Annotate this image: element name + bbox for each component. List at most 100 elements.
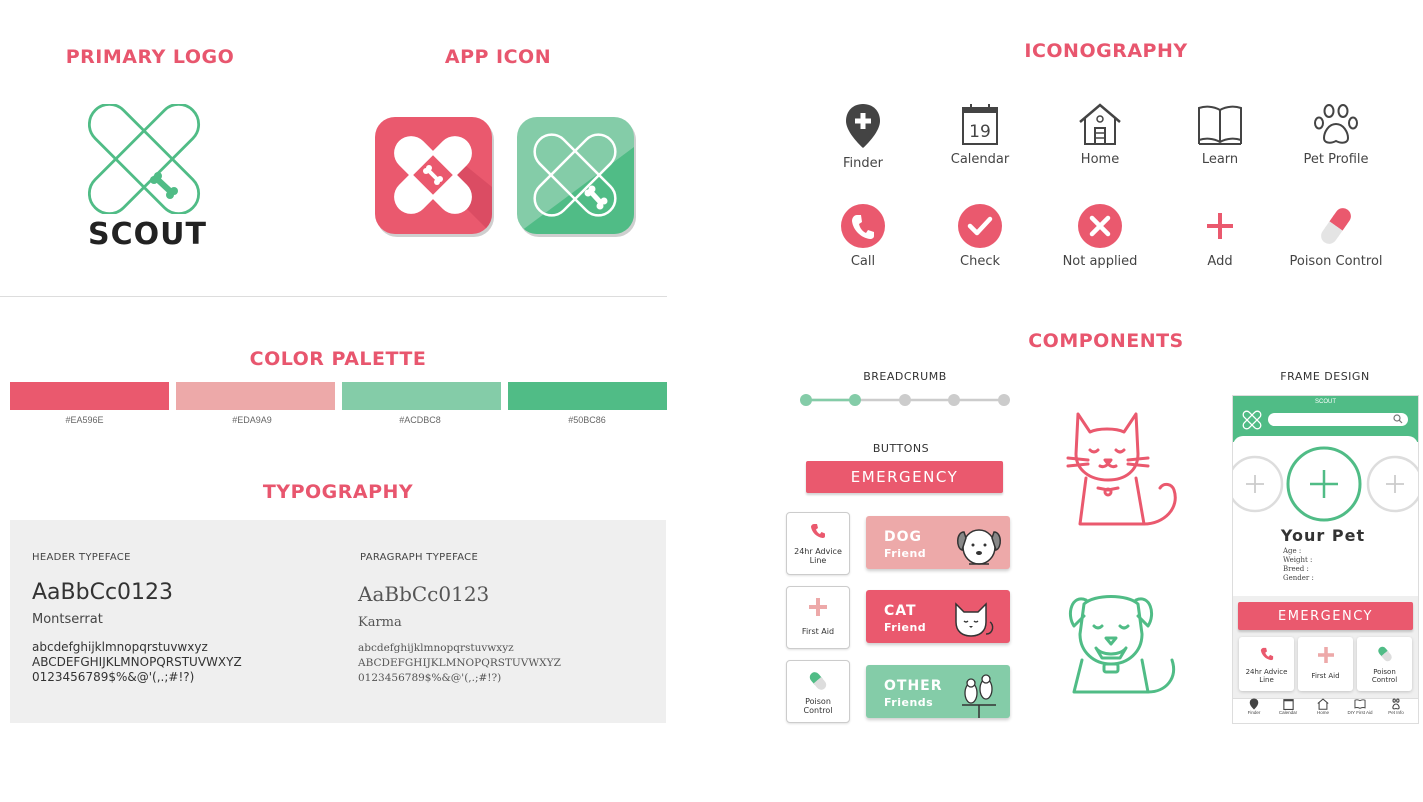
app-icon-title: APP ICON xyxy=(444,46,552,68)
poison-control-label: Poison Control xyxy=(803,697,833,715)
swatch-3-label: #ACDBC8 xyxy=(399,415,441,425)
swatch-3 xyxy=(342,382,501,410)
house-icon xyxy=(1079,103,1121,145)
icon-learn: Learn xyxy=(1160,102,1280,167)
phone-icon xyxy=(811,524,825,538)
dog-outline-icon xyxy=(1069,595,1175,694)
swatch-4-label: #50BC86 xyxy=(568,415,606,425)
breadcrumb[interactable] xyxy=(796,390,1016,410)
nav-home[interactable]: Home xyxy=(1305,698,1341,715)
icon-finder-label: Finder xyxy=(843,156,883,171)
header-typeface-name: Montserrat xyxy=(32,612,103,627)
phone-icon xyxy=(1260,647,1274,661)
other-friends-title: OTHER xyxy=(884,678,943,694)
icon-add: Add xyxy=(1160,204,1280,269)
close-icon xyxy=(1078,204,1122,248)
cat-friend-button[interactable]: CAT Friend xyxy=(866,590,1010,643)
plus-icon xyxy=(809,598,827,616)
dog-friend-button[interactable]: DOG Friend xyxy=(866,516,1010,569)
map-pin-plus-icon xyxy=(1249,698,1259,710)
pill-icon xyxy=(1321,208,1351,244)
pill-icon xyxy=(809,672,827,690)
search-icon[interactable] xyxy=(1393,414,1403,424)
icon-check: Check xyxy=(920,204,1040,269)
nav-pet-info-label: Pet Info xyxy=(1388,710,1404,715)
other-friends-button[interactable]: OTHER Friends xyxy=(866,665,1010,718)
advice-line-card[interactable]: 24hr Advice Line xyxy=(786,512,850,575)
open-book-icon xyxy=(1354,699,1366,709)
icon-calendar-label: Calendar xyxy=(950,152,1010,167)
nav-calendar-label: Calendar xyxy=(1278,710,1298,715)
header-typeface-sample: AaBbCc0123 xyxy=(32,580,174,605)
paragraph-typeface-chars: abcdefghijklmnopqrstuvwxyz ABCDEFGHIJKLM… xyxy=(358,642,561,684)
frame-first-aid-label: First Aid xyxy=(1311,672,1340,680)
calendar-day-text: 19 xyxy=(969,122,991,142)
frame-search-input[interactable] xyxy=(1268,413,1408,426)
swatch-1-label: #EA596E xyxy=(65,415,104,425)
first-aid-card[interactable]: First Aid xyxy=(786,586,850,649)
add-pet-left-icon[interactable] xyxy=(1232,454,1285,514)
frame-emergency-button[interactable]: EMERGENCY xyxy=(1238,602,1413,630)
nav-calendar[interactable]: Calendar xyxy=(1270,698,1306,715)
frame-design-label: FRAME DESIGN xyxy=(1280,370,1370,383)
calendar-icon xyxy=(1282,699,1294,710)
app-icon-green xyxy=(517,117,636,237)
frame-advice-card[interactable]: 24hr Advice Line xyxy=(1239,637,1294,691)
app-frame: SCOUT Your Pet Age : Weight : Breed : Ge… xyxy=(1232,395,1419,724)
icon-home: Home xyxy=(1040,102,1160,167)
cat-icon xyxy=(955,602,994,637)
iconography-title: ICONOGRAPHY xyxy=(1024,40,1188,62)
frame-poison-label: Poison Control xyxy=(1371,668,1398,684)
section-divider xyxy=(0,296,667,297)
dog-friend-title: DOG xyxy=(884,529,923,545)
icon-finder: Finder xyxy=(803,102,923,171)
icon-learn-label: Learn xyxy=(1201,152,1239,167)
swatch-2 xyxy=(176,382,335,410)
icon-poison-control: Poison Control xyxy=(1276,204,1396,269)
icon-calendar: 19 Calendar xyxy=(920,102,1040,167)
nav-first-aid-label: DIY First Aid xyxy=(1347,710,1373,715)
frame-poison-card[interactable]: Poison Control xyxy=(1357,637,1412,691)
breadcrumb-step[interactable] xyxy=(948,394,960,406)
logo-wordmark: SCOUT xyxy=(88,217,207,252)
nav-pet-info[interactable]: Pet Info xyxy=(1378,698,1414,715)
icon-pet-profile-label: Pet Profile xyxy=(1303,152,1369,167)
add-pet-icon[interactable] xyxy=(1286,446,1362,522)
breadcrumb-label: BREADCRUMB xyxy=(863,370,947,383)
paragraph-typeface-sample: AaBbCc0123 xyxy=(358,582,490,606)
breadcrumb-step[interactable] xyxy=(849,394,861,406)
components-title: COMPONENTS xyxy=(1028,330,1184,352)
plus-icon xyxy=(1318,647,1334,663)
color-palette-title: COLOR PALETTE xyxy=(249,348,427,370)
nav-first-aid[interactable]: DIY First Aid xyxy=(1342,698,1378,715)
app-icon-red xyxy=(375,117,494,237)
primary-logo-title: PRIMARY LOGO xyxy=(65,46,235,68)
icon-home-label: Home xyxy=(1080,152,1120,167)
buttons-label: BUTTONS xyxy=(872,442,930,455)
add-pet-right-icon[interactable] xyxy=(1365,454,1419,514)
cat-friend-title: CAT xyxy=(884,603,917,619)
logo-mark-icon xyxy=(1242,410,1262,430)
breadcrumb-step[interactable] xyxy=(800,394,812,406)
swatch-4 xyxy=(508,382,667,410)
typography-title: TYPOGRAPHY xyxy=(262,481,414,503)
calendar-icon: 19 xyxy=(962,104,998,145)
poison-control-card[interactable]: Poison Control xyxy=(786,660,850,723)
frame-first-aid-card[interactable]: First Aid xyxy=(1298,637,1353,691)
nav-finder[interactable]: Finder xyxy=(1236,698,1272,715)
icon-check-label: Check xyxy=(960,254,1000,269)
typography-panel xyxy=(10,520,666,723)
breadcrumb-step[interactable] xyxy=(998,394,1010,406)
nav-home-label: Home xyxy=(1316,710,1329,715)
swatch-1 xyxy=(10,382,169,410)
frame-app-name: SCOUT xyxy=(1315,399,1336,405)
breadcrumb-step[interactable] xyxy=(899,394,911,406)
frame-gender-field: Gender : xyxy=(1283,574,1314,582)
other-friends-subtitle: Friends xyxy=(884,696,934,709)
plus-icon xyxy=(1207,213,1233,239)
emergency-button[interactable]: EMERGENCY xyxy=(806,461,1003,493)
header-typeface-label: HEADER TYPEFACE xyxy=(32,552,131,563)
icon-add-label: Add xyxy=(1207,254,1233,269)
dog-friend-subtitle: Friend xyxy=(884,547,927,560)
house-icon xyxy=(1317,698,1329,710)
